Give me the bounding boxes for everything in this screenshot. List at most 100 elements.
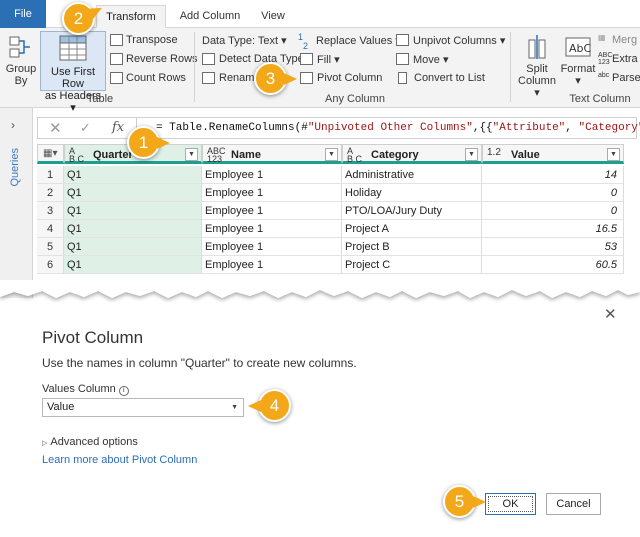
move-button[interactable]: Move ▾ bbox=[413, 53, 448, 66]
cancel-formula-icon[interactable]: ✕ bbox=[49, 119, 62, 137]
table-row[interactable]: 1 Q1 Employee 1 Administrative 14 bbox=[37, 166, 624, 184]
cell-name[interactable]: Employee 1 bbox=[202, 256, 342, 274]
parse-button[interactable]: Parse bbox=[612, 72, 640, 84]
group-by-button[interactable]: Group By bbox=[2, 34, 40, 87]
cell-quarter[interactable]: Q1 bbox=[64, 256, 202, 274]
tab-view[interactable]: View bbox=[252, 5, 294, 28]
torn-edge-divider bbox=[0, 280, 640, 298]
learn-more-link[interactable]: Learn more about Pivot Column bbox=[42, 454, 197, 466]
advanced-options-toggle[interactable]: ▷ Advanced options bbox=[42, 436, 138, 448]
text-type-icon: AB C bbox=[347, 147, 362, 164]
rename-icon bbox=[202, 72, 215, 84]
use-first-row-button[interactable]: Use First Row as Headers ▾ bbox=[40, 31, 106, 114]
cell-category[interactable]: Administrative bbox=[342, 166, 482, 184]
select-all-table-icon[interactable]: ▦▾ bbox=[37, 144, 64, 164]
data-type-dropdown[interactable]: Data Type: Text ▾ bbox=[202, 34, 287, 47]
cell-name[interactable]: Employee 1 bbox=[202, 184, 342, 202]
values-column-selected-value: Value bbox=[47, 401, 75, 413]
table-row[interactable]: 4 Q1 Employee 1 Project A 16.5 bbox=[37, 220, 624, 238]
extract-icon: ABC 123 bbox=[598, 52, 613, 66]
type-icon-bottom: B C bbox=[69, 154, 85, 164]
cell-category[interactable]: Project A bbox=[342, 220, 482, 238]
svg-text:AbC: AbC bbox=[569, 42, 591, 55]
cell-category[interactable]: Project C bbox=[342, 256, 482, 274]
transpose-button[interactable]: Transpose bbox=[126, 34, 178, 46]
table-row[interactable]: 6 Q1 Employee 1 Project C 60.5 bbox=[37, 256, 624, 274]
row-number: 6 bbox=[37, 256, 64, 274]
column-filter-dropdown-icon[interactable]: ▼ bbox=[465, 148, 478, 161]
column-header-category[interactable]: AB C Category ▼ bbox=[342, 144, 482, 164]
reverse-rows-button[interactable]: Reverse Rows bbox=[126, 53, 198, 65]
cell-value[interactable]: 53 bbox=[482, 238, 624, 256]
ribbon: Group By Use First Row as Headers ▾ Tran… bbox=[0, 28, 640, 114]
column-filter-dropdown-icon[interactable]: ▼ bbox=[185, 148, 198, 161]
column-filter-dropdown-icon[interactable]: ▼ bbox=[607, 148, 620, 161]
step-callout-1: 1 bbox=[127, 126, 170, 159]
cell-name[interactable]: Employee 1 bbox=[202, 166, 342, 184]
step-callout-4: 4 bbox=[248, 389, 291, 422]
merge-icon: ▦ bbox=[598, 33, 606, 42]
reverse-rows-icon bbox=[110, 53, 123, 65]
formula-prefix: = Table.RenameColumns(# bbox=[156, 122, 308, 134]
tab-file[interactable]: File bbox=[0, 0, 46, 28]
ok-button[interactable]: OK bbox=[485, 493, 536, 515]
tab-transform[interactable]: Transform bbox=[96, 5, 166, 28]
cancel-button[interactable]: Cancel bbox=[546, 493, 601, 515]
formula-input[interactable]: = Table.RenameColumns(#"Unpivoted Other … bbox=[156, 122, 640, 134]
pivot-column-icon bbox=[300, 72, 313, 84]
column-header-label: Value bbox=[511, 149, 540, 161]
cell-name[interactable]: Employee 1 bbox=[202, 238, 342, 256]
row-number: 3 bbox=[37, 202, 64, 220]
values-column-select[interactable]: Value ▼ bbox=[42, 398, 244, 417]
expand-chevron-icon[interactable]: › bbox=[11, 118, 15, 132]
formula-string-attribute: "Attribute" bbox=[492, 122, 566, 134]
ribbon-separator bbox=[194, 32, 195, 102]
cell-quarter[interactable]: Q1 bbox=[64, 184, 202, 202]
detect-data-type-icon bbox=[202, 53, 215, 65]
table-headers-icon bbox=[59, 35, 87, 61]
cell-category[interactable]: PTO/LOA/Jury Duty bbox=[342, 202, 482, 220]
cell-name[interactable]: Employee 1 bbox=[202, 202, 342, 220]
cell-name[interactable]: Employee 1 bbox=[202, 220, 342, 238]
unpivot-columns-button[interactable]: Unpivot Columns ▾ bbox=[413, 34, 505, 47]
cell-category[interactable]: Project B bbox=[342, 238, 482, 256]
convert-to-list-button[interactable]: Convert to List bbox=[414, 72, 485, 84]
table-group-label: Table bbox=[86, 93, 114, 105]
cell-quarter[interactable]: Q1 bbox=[64, 166, 202, 184]
cell-value[interactable]: 16.5 bbox=[482, 220, 624, 238]
queries-pane-label[interactable]: Queries bbox=[9, 148, 21, 187]
cell-quarter[interactable]: Q1 bbox=[64, 220, 202, 238]
count-rows-button[interactable]: Count Rows bbox=[126, 72, 186, 84]
format-button[interactable]: AbC Format ▾ bbox=[559, 34, 597, 87]
type-icon-bottom: 123 bbox=[207, 154, 223, 164]
table-row[interactable]: 5 Q1 Employee 1 Project B 53 bbox=[37, 238, 624, 256]
pivot-column-button[interactable]: Pivot Column bbox=[317, 72, 382, 84]
cell-quarter[interactable]: Q1 bbox=[64, 238, 202, 256]
extract-button[interactable]: Extra bbox=[612, 53, 638, 65]
cell-value[interactable]: 14 bbox=[482, 166, 624, 184]
cell-value[interactable]: 0 bbox=[482, 202, 624, 220]
cell-value[interactable]: 60.5 bbox=[482, 256, 624, 274]
cell-quarter[interactable]: Q1 bbox=[64, 202, 202, 220]
column-header-name[interactable]: ABC 123 Name ▼ bbox=[202, 144, 342, 164]
merge-columns-button[interactable]: Merg bbox=[612, 34, 637, 46]
replace-values-button[interactable]: Replace Values ▾ bbox=[316, 34, 401, 47]
column-header-label: Category bbox=[371, 149, 419, 161]
row-number: 2 bbox=[37, 184, 64, 202]
row-number: 4 bbox=[37, 220, 64, 238]
format-label-1: Format bbox=[560, 63, 596, 75]
fill-button[interactable]: Fill ▾ bbox=[317, 53, 340, 66]
split-column-button[interactable]: Split Column ▾ bbox=[515, 34, 559, 99]
column-filter-dropdown-icon[interactable]: ▼ bbox=[325, 148, 338, 161]
column-header-value[interactable]: 1.2 Value ▼ bbox=[482, 144, 624, 164]
info-icon[interactable]: i bbox=[118, 386, 129, 396]
dialog-close-icon[interactable]: ✕ bbox=[604, 305, 617, 323]
replace-values-icon: 1 2 bbox=[298, 32, 309, 51]
table-row[interactable]: 3 Q1 Employee 1 PTO/LOA/Jury Duty 0 bbox=[37, 202, 624, 220]
fx-icon[interactable]: fx bbox=[112, 120, 124, 135]
tab-add-column[interactable]: Add Column bbox=[175, 5, 245, 28]
cell-value[interactable]: 0 bbox=[482, 184, 624, 202]
commit-formula-icon[interactable]: ✓ bbox=[80, 120, 91, 136]
table-row[interactable]: 2 Q1 Employee 1 Holiday 0 bbox=[37, 184, 624, 202]
cell-category[interactable]: Holiday bbox=[342, 184, 482, 202]
